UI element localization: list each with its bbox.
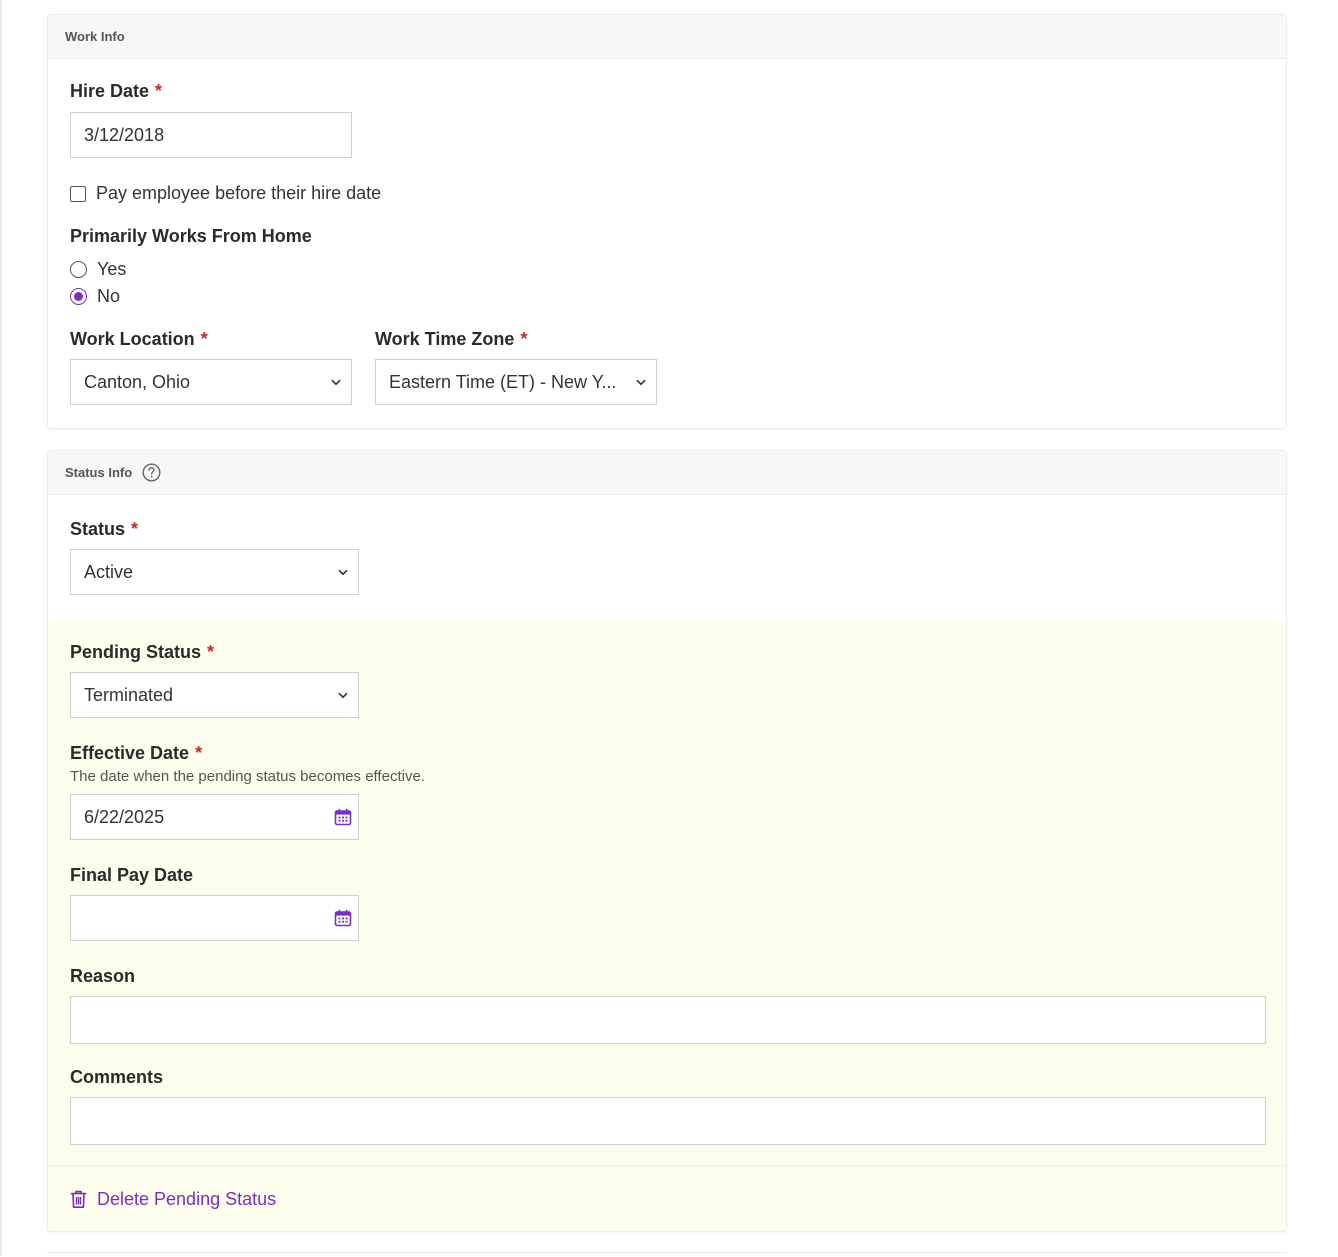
required-marker: * bbox=[131, 519, 139, 539]
pending-status-value: Terminated bbox=[84, 684, 174, 705]
work-time-zone-value: Eastern Time (ET) - New Y... bbox=[389, 371, 617, 392]
pending-status-footer: Delete Pending Status bbox=[48, 1165, 1286, 1231]
works-from-home-no[interactable]: No bbox=[70, 286, 120, 307]
pay-before-hire-label: Pay employee before their hire date bbox=[96, 183, 382, 203]
pay-before-hire-row[interactable]: Pay employee before their hire date bbox=[70, 183, 381, 204]
effective-date-value: 6/22/2025 bbox=[84, 806, 165, 827]
radio-no-label: No bbox=[97, 286, 121, 306]
status-info-header: Status Info bbox=[48, 451, 1286, 495]
pay-before-hire-checkbox[interactable] bbox=[70, 185, 86, 202]
hire-date-input[interactable]: 3/12/2018 bbox=[70, 112, 352, 158]
effective-date-label: Effective Date * bbox=[70, 743, 203, 763]
pending-status-section: Pending Status * Terminated Effective Dat… bbox=[48, 620, 1286, 1165]
chevron-down-icon bbox=[329, 375, 343, 389]
delete-pending-status-label: Delete Pending Status bbox=[97, 1189, 277, 1209]
work-time-zone-label: Work Time Zone * bbox=[375, 329, 528, 349]
work-location-label: Work Location * bbox=[70, 329, 208, 349]
status-value: Active bbox=[84, 561, 134, 582]
pending-status-label: Pending Status * bbox=[70, 642, 215, 662]
reason-input[interactable] bbox=[70, 996, 1266, 1044]
next-card-edge bbox=[47, 1252, 1287, 1257]
required-marker: * bbox=[195, 743, 203, 763]
work-location-select[interactable]: Canton, Ohio bbox=[70, 359, 352, 405]
chevron-down-icon bbox=[634, 375, 648, 389]
pending-status-select[interactable]: Terminated bbox=[70, 672, 359, 718]
hire-date-value: 3/12/2018 bbox=[84, 124, 165, 145]
chevron-down-icon bbox=[336, 688, 350, 702]
status-select[interactable]: Active bbox=[70, 549, 359, 595]
comments-label: Comments bbox=[70, 1067, 164, 1087]
final-pay-date-input[interactable] bbox=[70, 895, 359, 941]
status-label: Status * bbox=[70, 519, 139, 539]
works-from-home-label: Primarily Works From Home bbox=[70, 226, 312, 246]
work-time-zone-select[interactable]: Eastern Time (ET) - New Y... bbox=[375, 359, 657, 405]
calendar-icon[interactable] bbox=[334, 808, 352, 826]
work-location-value: Canton, Ohio bbox=[84, 371, 191, 392]
comments-input[interactable] bbox=[70, 1097, 1266, 1145]
work-info-card: Work Info Hire Date * 3/12/2018 Pay emplo… bbox=[47, 14, 1287, 429]
required-marker: * bbox=[155, 81, 163, 101]
status-info-card: Status Info Status * Active Pending Statu… bbox=[47, 450, 1287, 1232]
radio-no[interactable] bbox=[70, 288, 87, 305]
radio-yes[interactable] bbox=[70, 261, 87, 278]
works-from-home-yes[interactable]: Yes bbox=[70, 259, 126, 280]
work-info-header: Work Info bbox=[48, 15, 1286, 59]
page-left-border bbox=[0, 0, 2, 1256]
required-marker: * bbox=[207, 642, 215, 662]
required-marker: * bbox=[200, 329, 208, 349]
required-marker: * bbox=[520, 329, 528, 349]
calendar-icon[interactable] bbox=[334, 909, 352, 927]
effective-date-input[interactable]: 6/22/2025 bbox=[70, 794, 359, 840]
final-pay-date-label: Final Pay Date bbox=[70, 865, 194, 885]
reason-label: Reason bbox=[70, 966, 136, 986]
hire-date-label: Hire Date * bbox=[70, 81, 163, 101]
trash-icon bbox=[70, 1190, 87, 1209]
delete-pending-status-button[interactable]: Delete Pending Status bbox=[70, 1189, 276, 1210]
radio-selected-dot bbox=[74, 292, 83, 301]
status-info-title: Status Info bbox=[65, 465, 133, 480]
question-circle-icon[interactable] bbox=[142, 463, 161, 482]
effective-date-hint: The date when the pending status becomes… bbox=[70, 768, 425, 785]
radio-yes-label: Yes bbox=[97, 259, 127, 279]
chevron-down-icon bbox=[336, 565, 350, 579]
